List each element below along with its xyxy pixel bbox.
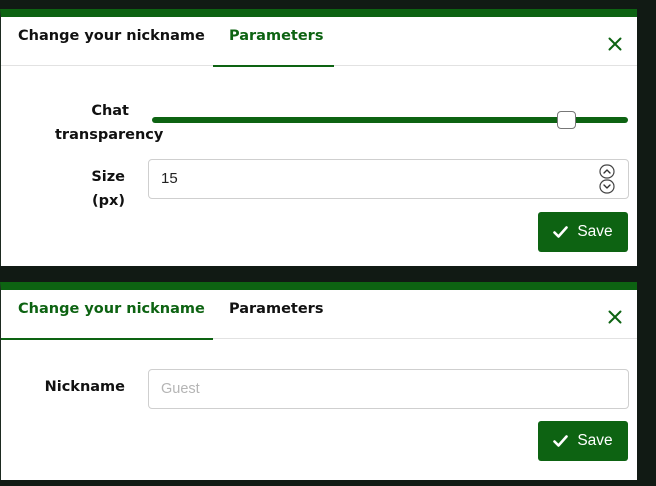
spin-up-button[interactable] [598, 164, 616, 179]
nickname-label: Nickname [44, 379, 125, 395]
tab-parameters[interactable]: Parameters [213, 17, 334, 67]
checkmark-icon [553, 226, 569, 238]
transparency-label-line1: Chat [91, 103, 129, 119]
close-button[interactable] [602, 31, 628, 57]
size-input[interactable]: 15 [148, 159, 629, 199]
chevron-down-icon [599, 179, 615, 194]
size-spinner[interactable] [598, 164, 616, 194]
transparency-label-line2: transparency [55, 127, 164, 143]
checkmark-icon [553, 435, 569, 447]
parameters-dialog: Change your nickname Parameters Chat tra… [0, 9, 637, 266]
nickname-placeholder: Guest [161, 381, 200, 397]
save-button[interactable]: Save [538, 421, 628, 461]
transparency-label: Chat transparency [55, 99, 164, 147]
tab-change-nickname[interactable]: Change your nickname [1, 17, 213, 66]
close-icon [608, 310, 622, 324]
save-button[interactable]: Save [538, 212, 628, 252]
nickname-input[interactable]: Guest [148, 369, 629, 409]
close-icon [608, 37, 622, 51]
chevron-up-icon [599, 164, 615, 179]
save-label: Save [577, 432, 613, 449]
tab-bar: Change your nickname Parameters [1, 17, 637, 67]
spin-down-button[interactable] [598, 179, 616, 194]
slider-thumb[interactable] [556, 111, 576, 129]
close-button[interactable] [602, 304, 628, 330]
save-label: Save [577, 223, 613, 240]
transparency-slider[interactable] [152, 111, 628, 129]
tab-change-nickname[interactable]: Change your nickname [1, 290, 213, 340]
tab-parameters[interactable]: Parameters [213, 290, 334, 339]
size-value: 15 [161, 170, 178, 187]
size-label: Size (px) [91, 169, 125, 209]
nickname-dialog: Change your nickname Parameters Nickname… [0, 282, 637, 480]
tab-bar: Change your nickname Parameters [1, 290, 637, 340]
